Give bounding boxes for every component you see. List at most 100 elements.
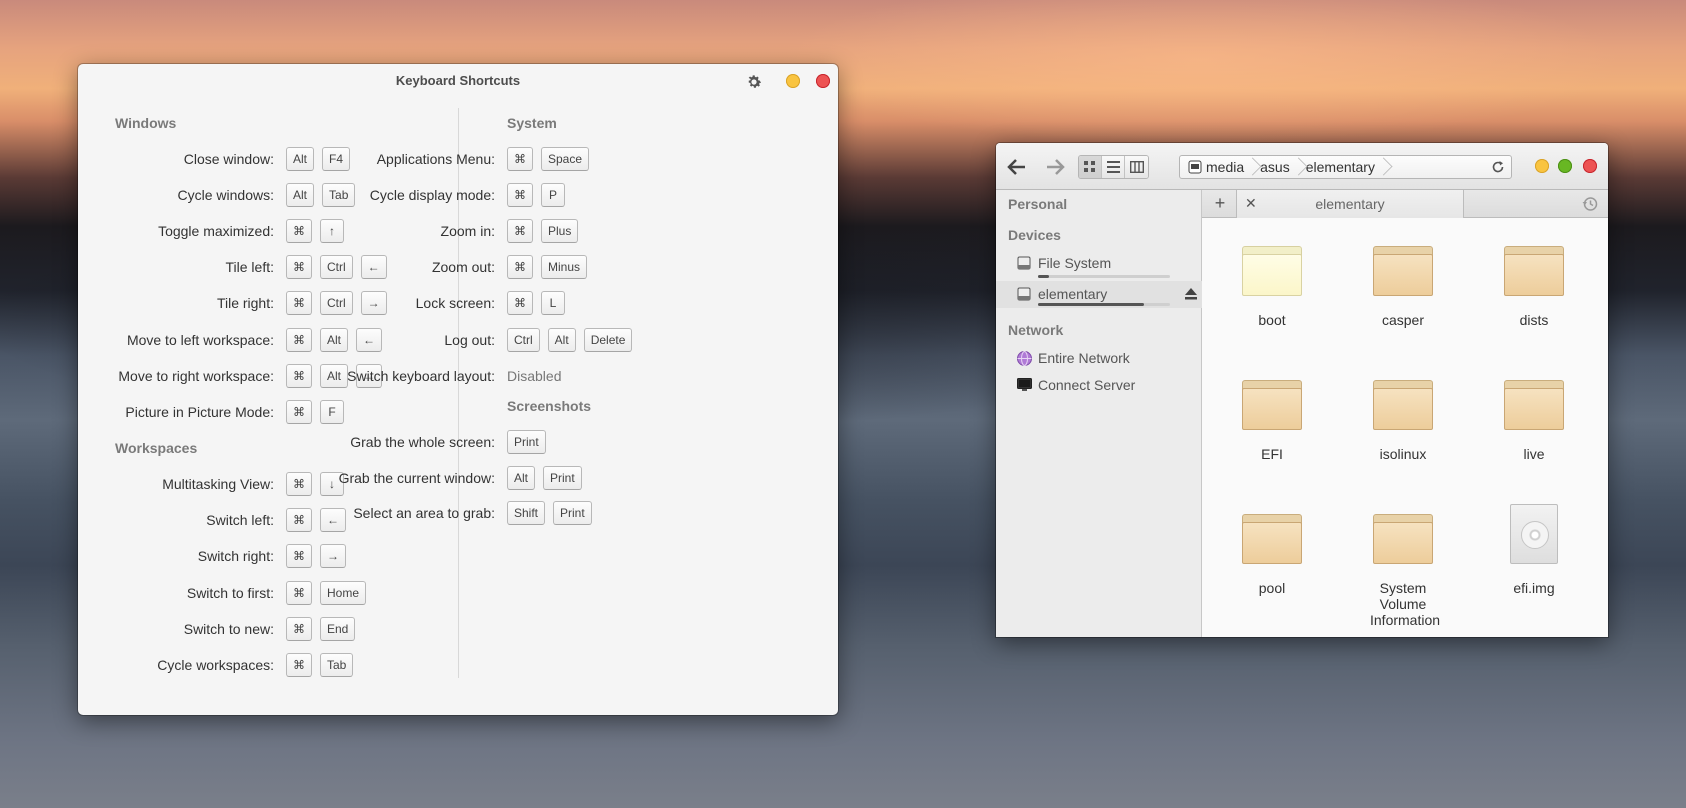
sidebar-heading-personal[interactable]: Personal (1008, 196, 1067, 212)
shortcut-row: Lock screen: ⌘ L (291, 290, 573, 316)
shortcut-row: Select an area to grab: Shift Print (291, 500, 600, 526)
harddisk-icon (1016, 286, 1032, 302)
keycap[interactable]: F (320, 399, 344, 424)
file-item[interactable]: boot (1217, 246, 1327, 328)
keycap[interactable]: Home (320, 580, 367, 605)
shortcut-label: Move to right workspace: (118, 367, 274, 384)
keycap[interactable]: ⌘ (286, 580, 312, 605)
file-item[interactable]: System Volume Information (1348, 514, 1458, 628)
new-tab-button[interactable]: + (1210, 193, 1230, 213)
file-system-usage-bar (1038, 275, 1170, 278)
keycap[interactable]: Print (507, 430, 546, 454)
shortcut-label: Toggle maximized: (158, 223, 274, 240)
keycap[interactable]: Plus (541, 219, 579, 244)
tab-elementary[interactable]: ✕ elementary (1236, 190, 1464, 218)
file-item[interactable]: pool (1217, 514, 1327, 596)
keycap[interactable]: ⌘ (286, 544, 312, 569)
keycap[interactable]: ⌘ (507, 291, 533, 316)
sidebar-item-entire-network[interactable]: Entire Network (1016, 348, 1130, 368)
list-view-icon[interactable] (1102, 156, 1125, 178)
keycap[interactable]: Delete (583, 327, 633, 352)
column-view-icon[interactable] (1125, 156, 1148, 178)
shortcut-label: Multitasking View: (162, 476, 274, 492)
breadcrumb-media[interactable]: media (1185, 159, 1247, 175)
breadcrumb-asus[interactable]: asus (1257, 159, 1293, 175)
shortcut-row: Switch keyboard layout: Disabled (291, 363, 561, 389)
file-item[interactable]: isolinux (1348, 380, 1458, 462)
keycap[interactable]: End (320, 616, 356, 641)
breadcrumb-separator (1247, 155, 1257, 179)
gear-icon[interactable] (744, 72, 764, 92)
monitor-icon (1016, 377, 1032, 393)
folder-icon (1373, 380, 1433, 430)
sidebar-item-connect-server[interactable]: Connect Server (1016, 375, 1135, 395)
keycap[interactable]: Alt (547, 327, 576, 352)
shortcut-label: Cycle workspaces: (157, 657, 274, 673)
file-item[interactable]: dists (1479, 246, 1589, 328)
keyboard-shortcuts-window: Keyboard Shortcuts Windows Close window:… (78, 64, 838, 715)
shortcut-label: Log out: (444, 331, 495, 348)
forward-icon[interactable] (1044, 157, 1066, 177)
keycap[interactable]: Alt (507, 465, 536, 490)
keycap[interactable]: ⌘ (286, 616, 312, 641)
shortcut-label: Applications Menu: (376, 151, 495, 167)
sidebar-heading-devices[interactable]: Devices (1008, 227, 1061, 243)
sidebar: Personal Devices File System elementary … (996, 190, 1202, 637)
section-title-system: System (507, 115, 557, 131)
refresh-icon[interactable] (1491, 160, 1505, 177)
file-item[interactable]: efi.img (1479, 504, 1589, 596)
file-name: isolinux (1379, 446, 1427, 462)
keycap[interactable]: L (541, 291, 565, 316)
keycap[interactable]: Space (541, 147, 590, 171)
shortcut-label: Switch to new: (183, 620, 274, 637)
keycap[interactable]: ⌘ (507, 147, 533, 171)
close-button[interactable] (816, 74, 830, 88)
shortcut-label: Switch right: (197, 548, 274, 565)
history-icon[interactable] (1582, 196, 1598, 215)
path-bar[interactable]: media asus elementary (1179, 155, 1512, 179)
shortcut-label: Tile right: (216, 295, 274, 312)
elementary-usage-bar (1038, 303, 1170, 306)
close-button[interactable] (1583, 159, 1597, 173)
folder-front (1242, 388, 1302, 430)
keycap[interactable]: Tab (320, 653, 354, 677)
file-item[interactable]: live (1479, 380, 1589, 462)
keycap[interactable]: ⌘ (507, 183, 533, 208)
shortcut-value[interactable]: Disabled (507, 368, 561, 384)
keycap[interactable]: ⌘ (507, 255, 533, 280)
sidebar-heading-network[interactable]: Network (1008, 322, 1063, 338)
sidebar-item-file-system[interactable]: File System (1016, 253, 1111, 273)
file-name: dists (1519, 312, 1549, 328)
shortcut-label: Lock screen: (415, 295, 495, 312)
keycap[interactable]: ⌘ (286, 399, 312, 424)
keycap[interactable]: Minus (541, 255, 588, 280)
shortcut-label: Cycle display mode: (369, 187, 495, 204)
keycap[interactable]: Print (543, 465, 582, 490)
file-name: EFI (1261, 446, 1283, 462)
folder-front (1373, 522, 1433, 564)
keycap[interactable]: P (541, 183, 565, 208)
keycap[interactable]: → (320, 544, 346, 569)
maximize-button[interactable] (1558, 159, 1572, 173)
shortcut-row: Zoom in: ⌘ Plus (291, 218, 586, 244)
eject-icon[interactable] (1184, 287, 1198, 303)
file-name: System Volume Information (1370, 580, 1441, 628)
keycap[interactable]: Print (553, 501, 592, 525)
minimize-button[interactable] (1535, 159, 1549, 173)
back-icon[interactable] (1006, 157, 1028, 177)
folder-icon (1242, 514, 1302, 564)
icon-view-icon[interactable] (1079, 156, 1102, 178)
file-item[interactable]: casper (1348, 246, 1458, 328)
shortcut-row: Grab the whole screen: Print (291, 429, 554, 455)
sidebar-item-elementary[interactable]: elementary (1016, 284, 1107, 304)
keycap[interactable]: ⌘ (286, 653, 312, 677)
keycap[interactable]: ⌘ (507, 219, 533, 244)
minimize-button[interactable] (786, 74, 800, 88)
keycap[interactable]: Ctrl (507, 327, 540, 352)
breadcrumb-elementary[interactable]: elementary (1303, 159, 1378, 175)
headerbar: media asus elementary (996, 143, 1608, 190)
file-item[interactable]: EFI (1217, 380, 1327, 462)
keycap[interactable]: Shift (507, 501, 546, 525)
folder-icon (1242, 380, 1302, 430)
shortcut-row: Zoom out: ⌘ Minus (291, 254, 595, 280)
